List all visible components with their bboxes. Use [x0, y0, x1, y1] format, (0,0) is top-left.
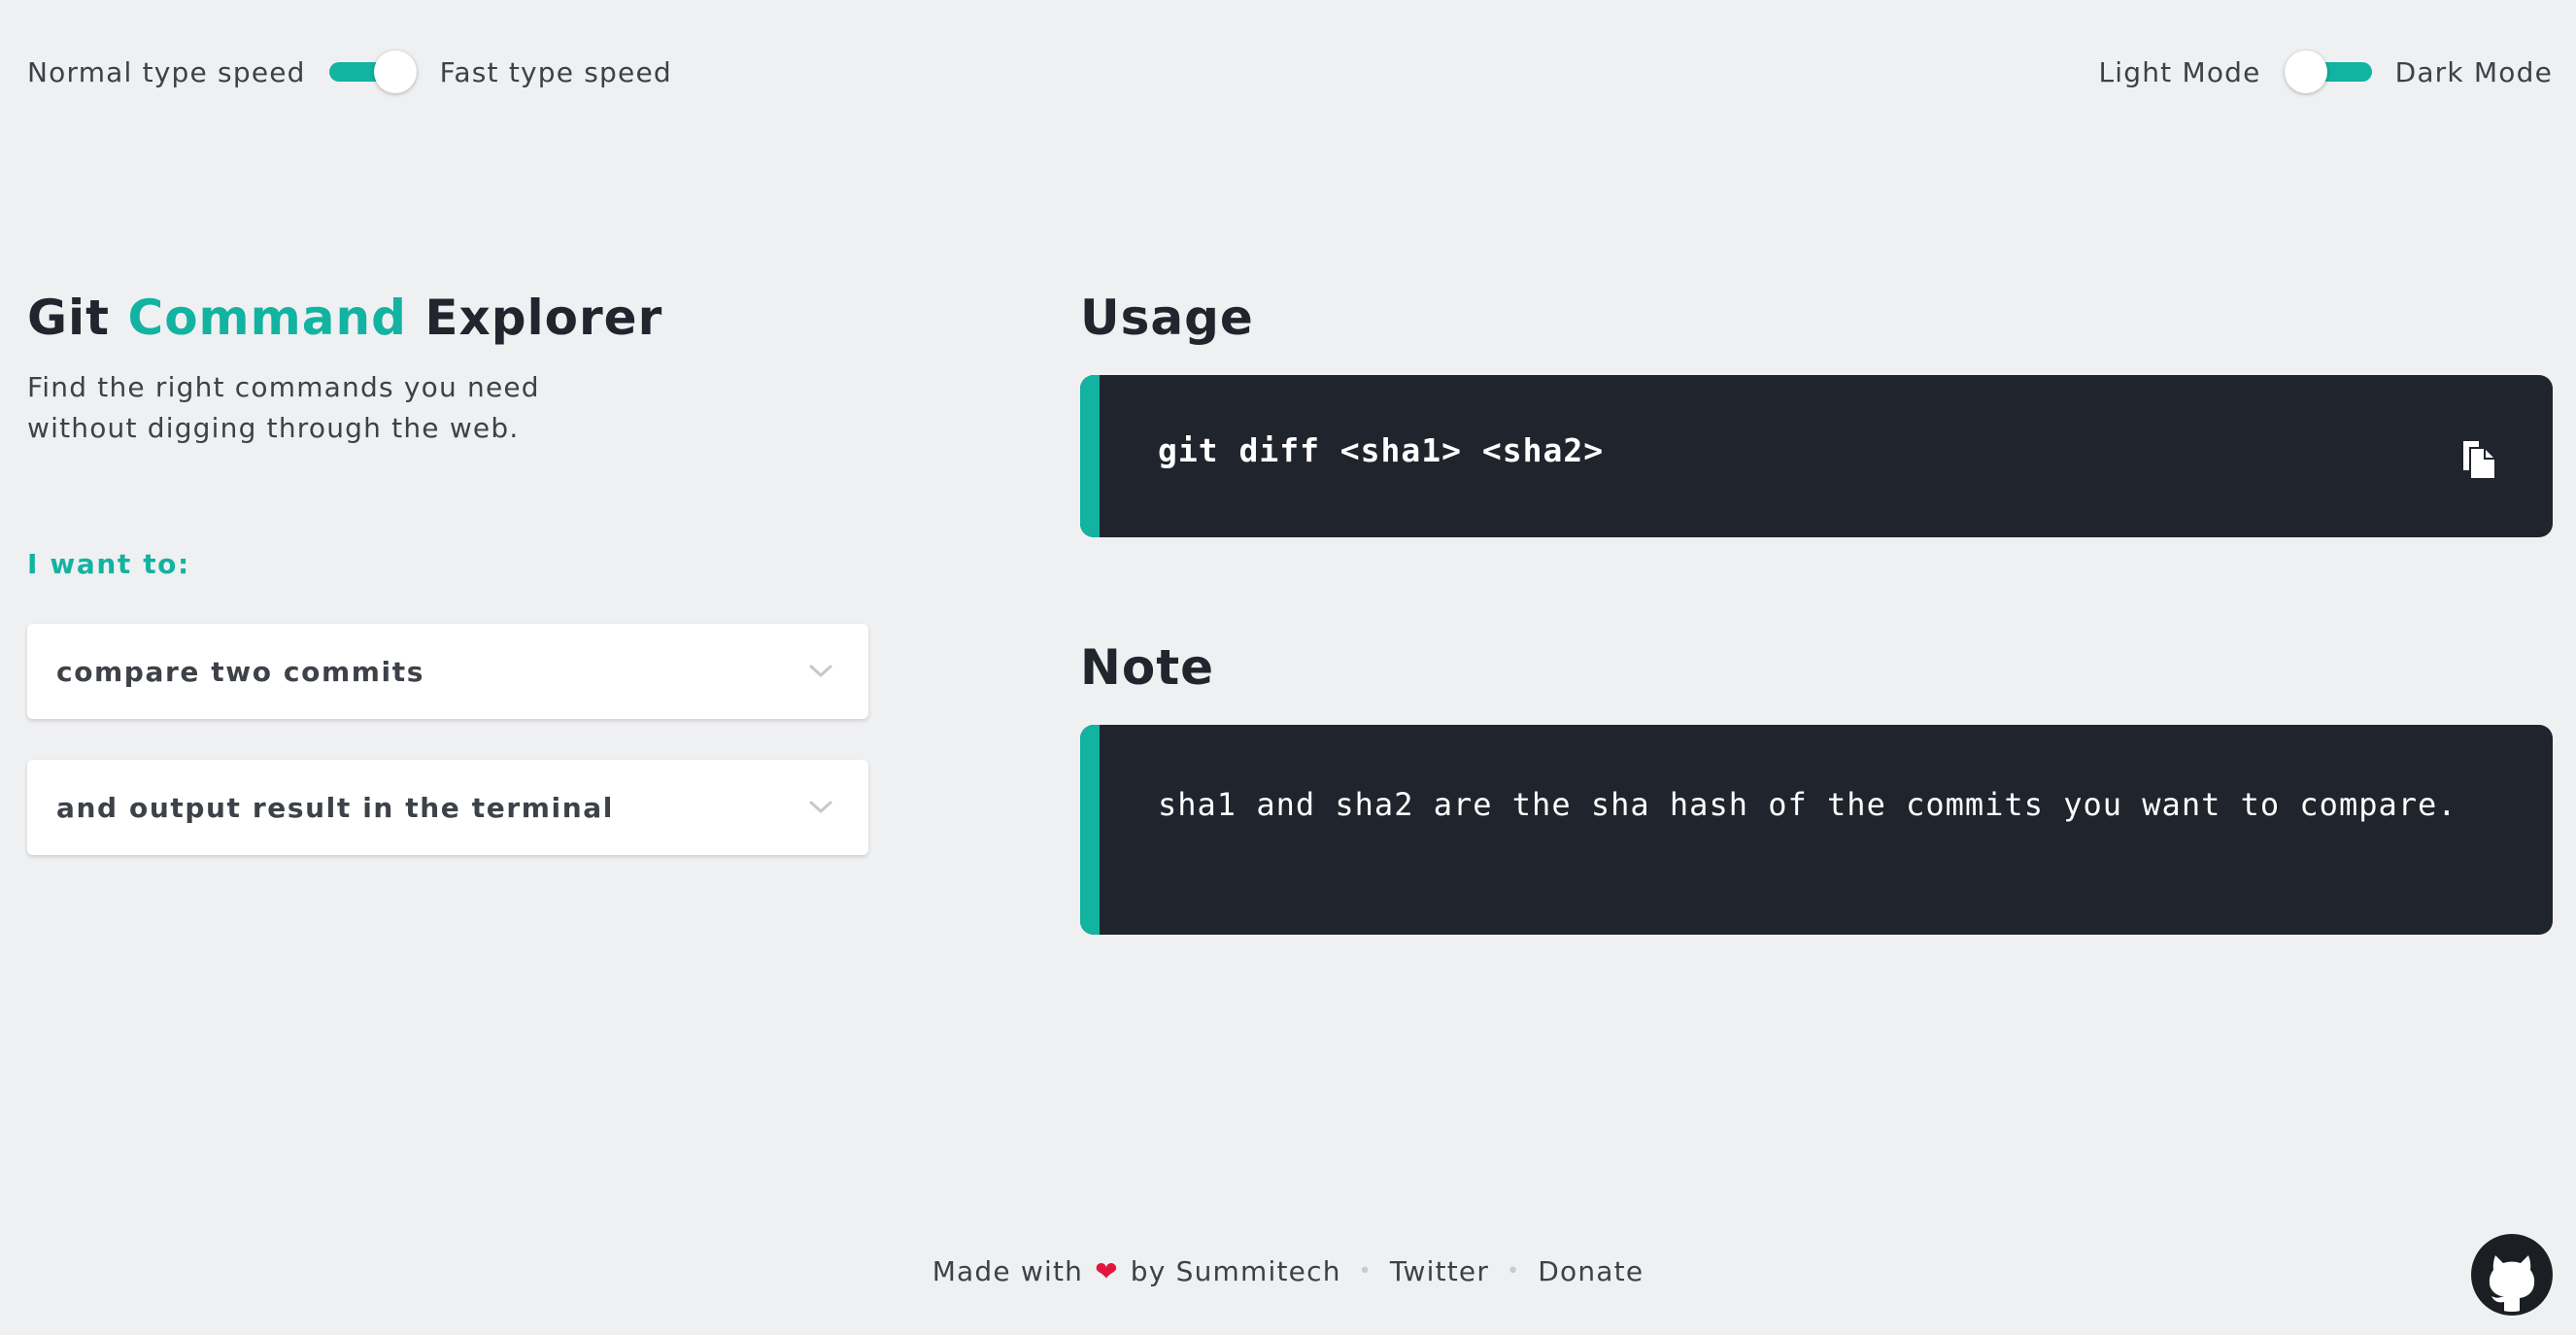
footer: Made with ❤ by Summitech • Twitter • Don… [0, 1255, 2576, 1287]
subtitle-line-2: without digging through the web. [27, 412, 520, 444]
title-part-explorer: Explorer [424, 290, 663, 346]
secondary-option-select[interactable]: and output result in the terminal [27, 760, 868, 855]
heart-icon: ❤ [1095, 1255, 1119, 1287]
page-title: Git Command Explorer [27, 290, 662, 346]
page-subtitle: Find the right commands you need without… [27, 367, 571, 449]
twitter-link[interactable]: Twitter [1390, 1255, 1489, 1287]
note-accent-stripe [1080, 725, 1100, 935]
type-speed-toggle-group: Normal type speed Fast type speed [27, 51, 672, 93]
summitech-link[interactable]: by Summitech [1131, 1255, 1341, 1287]
note-block: sha1 and sha2 are the sha hash of the co… [1080, 725, 2553, 935]
primary-option-select[interactable]: compare two commits [27, 624, 868, 719]
note-text: sha1 and sha2 are the sha hash of the co… [1158, 786, 2457, 823]
title-part-git: Git [27, 290, 111, 346]
title-part-command: Command [127, 290, 407, 346]
fast-speed-label: Fast type speed [439, 55, 672, 88]
normal-speed-label: Normal type speed [27, 55, 306, 88]
footer-made-with: Made with [932, 1255, 1084, 1287]
usage-command[interactable]: git diff <sha1> <sha2> [1158, 431, 1604, 469]
chevron-down-icon [809, 665, 832, 677]
secondary-option-value: and output result in the terminal [56, 791, 614, 824]
primary-option-value: compare two commits [56, 655, 424, 688]
usage-heading: Usage [1080, 290, 1254, 346]
donate-link[interactable]: Donate [1538, 1255, 1644, 1287]
dark-mode-label: Dark Mode [2394, 55, 2553, 88]
type-speed-switch[interactable] [328, 51, 417, 93]
github-octocat-icon[interactable] [2471, 1234, 2553, 1316]
footer-separator: • [1358, 1259, 1373, 1284]
light-mode-label: Light Mode [2098, 55, 2261, 88]
theme-toggle-group: Light Mode Dark Mode [2098, 51, 2553, 93]
usage-accent-stripe [1080, 375, 1100, 537]
theme-switch[interactable] [2284, 51, 2372, 93]
note-heading: Note [1080, 639, 1215, 696]
chevron-down-icon [809, 801, 832, 813]
type-speed-switch-knob[interactable] [373, 51, 417, 93]
subtitle-line-1: Find the right commands you need [27, 371, 540, 403]
footer-separator: • [1507, 1259, 1521, 1284]
clipboard-copy-icon[interactable] [2457, 437, 2500, 480]
theme-switch-knob[interactable] [2284, 51, 2327, 93]
page: Normal type speed Fast type speed Light … [0, 0, 2576, 1335]
i-want-to-label: I want to: [27, 548, 190, 580]
usage-code-block: git diff <sha1> <sha2> [1080, 375, 2553, 537]
